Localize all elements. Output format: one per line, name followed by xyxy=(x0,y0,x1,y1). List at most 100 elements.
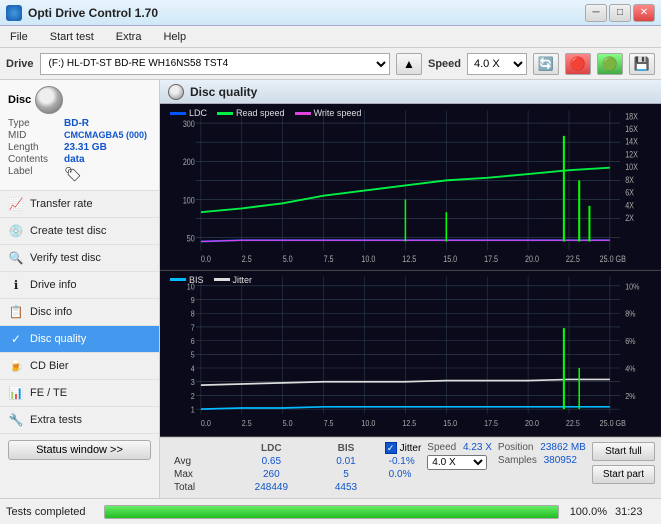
jitter-max: 0.0% xyxy=(385,469,422,480)
samples-value: 380952 xyxy=(544,455,577,466)
read-speed-legend-label: Read speed xyxy=(236,108,285,118)
length-value: 23.31 GB xyxy=(64,142,107,153)
status-window-button[interactable]: Status window >> xyxy=(8,440,151,460)
stats-total-bis: 4453 xyxy=(313,481,378,494)
fe-te-icon: 📊 xyxy=(8,385,24,401)
speed-section-label: Speed 4.23 X xyxy=(427,442,492,453)
svg-text:10.0: 10.0 xyxy=(361,418,375,427)
jitter-legend-label: Jitter xyxy=(233,275,253,285)
titlebar: Opti Drive Control 1.70 ─ □ ✕ xyxy=(0,0,661,26)
svg-text:10X: 10X xyxy=(625,162,638,172)
menu-file[interactable]: File xyxy=(4,29,34,45)
color2-button[interactable]: 🟢 xyxy=(597,53,623,75)
disc-panel: Disc Type BD-R MID CMCMAGBA5 (000) Lengt… xyxy=(0,80,159,191)
svg-text:7: 7 xyxy=(191,322,195,331)
close-button[interactable]: ✕ xyxy=(633,4,655,22)
ldc-legend-item: LDC xyxy=(170,108,207,118)
color1-button[interactable]: 🔴 xyxy=(565,53,591,75)
svg-text:17.5: 17.5 xyxy=(484,418,498,427)
length-label: Length xyxy=(8,142,60,153)
speed-select[interactable]: 4.0 X xyxy=(467,53,527,75)
ldc-chart-svg: 300 200 100 50 18X 16X 14X 12X 10X 8X 6X… xyxy=(160,104,661,270)
svg-text:6%: 6% xyxy=(625,336,636,345)
write-speed-legend-label: Write speed xyxy=(314,108,362,118)
stats-max-bis: 5 xyxy=(313,468,378,481)
disc-type-row: Type BD-R xyxy=(8,118,151,129)
disc-quality-disc-icon xyxy=(168,84,184,100)
svg-text:15.0: 15.0 xyxy=(443,254,457,264)
menu-help[interactable]: Help xyxy=(157,29,192,45)
content-area: Disc quality xyxy=(160,80,661,498)
svg-text:22.5: 22.5 xyxy=(566,418,580,427)
jitter-legend-item: Jitter xyxy=(214,275,253,285)
svg-text:9: 9 xyxy=(191,295,195,304)
svg-text:5.0: 5.0 xyxy=(283,418,293,427)
sidebar-item-transfer-rate[interactable]: 📈 Transfer rate xyxy=(0,191,159,218)
disc-label-row: Label 🏷 xyxy=(8,166,151,183)
ldc-chart-area: 300 200 100 50 18X 16X 14X 12X 10X 8X 6X… xyxy=(160,104,661,271)
sidebar-item-disc-quality[interactable]: ✓ Disc quality xyxy=(0,326,159,353)
minimize-button[interactable]: ─ xyxy=(585,4,607,22)
app-icon xyxy=(6,5,22,21)
svg-text:25.0 GB: 25.0 GB xyxy=(600,418,626,427)
stats-max-ldc: 260 xyxy=(229,468,313,481)
svg-text:22.5: 22.5 xyxy=(566,254,580,264)
svg-text:2.5: 2.5 xyxy=(242,254,252,264)
eject-button[interactable]: ▲ xyxy=(396,53,422,75)
sidebar-item-drive-info[interactable]: ℹ Drive info xyxy=(0,272,159,299)
jitter-checkbox[interactable]: ✓ xyxy=(385,442,397,454)
svg-text:8%: 8% xyxy=(625,309,636,318)
menu-extra[interactable]: Extra xyxy=(110,29,148,45)
svg-text:2%: 2% xyxy=(625,391,636,400)
speed-section: Speed 4.23 X 4.0 X xyxy=(427,442,492,470)
stats-col-ldc: LDC xyxy=(229,442,313,455)
svg-text:10%: 10% xyxy=(625,281,640,290)
disc-info-icon: 📋 xyxy=(8,304,24,320)
svg-text:50: 50 xyxy=(187,234,195,244)
drive-select[interactable]: (F:) HL-DT-ST BD-RE WH16NS58 TST4 xyxy=(40,53,390,75)
svg-text:4X: 4X xyxy=(625,201,634,211)
read-speed-legend-color xyxy=(217,112,233,115)
svg-text:6: 6 xyxy=(191,336,195,345)
main: Disc Type BD-R MID CMCMAGBA5 (000) Lengt… xyxy=(0,80,661,498)
svg-text:0.0: 0.0 xyxy=(201,254,211,264)
disc-section-label: Disc xyxy=(8,94,31,106)
svg-text:2: 2 xyxy=(191,391,195,400)
svg-text:200: 200 xyxy=(183,157,195,167)
type-value: BD-R xyxy=(64,118,89,129)
svg-text:2.5: 2.5 xyxy=(242,418,252,427)
sidebar-item-verify-test-disc[interactable]: 🔍 Verify test disc xyxy=(0,245,159,272)
sidebar-item-fe-te[interactable]: 📊 FE / TE xyxy=(0,380,159,407)
maximize-button[interactable]: □ xyxy=(609,4,631,22)
svg-text:20.0: 20.0 xyxy=(525,418,539,427)
sidebar-item-create-test-disc[interactable]: 💿 Create test disc xyxy=(0,218,159,245)
svg-text:14X: 14X xyxy=(625,137,638,147)
start-part-button[interactable]: Start part xyxy=(592,465,655,484)
svg-text:17.5: 17.5 xyxy=(484,254,498,264)
ldc-bis-stats-table: LDC BIS Avg 0.65 0.01 Max 260 5 Total xyxy=(166,442,379,494)
disc-quality-icon: ✓ xyxy=(8,331,24,347)
sidebar-item-extra-tests[interactable]: 🔧 Extra tests xyxy=(0,407,159,434)
menu-start-test[interactable]: Start test xyxy=(44,29,100,45)
charts-container: 300 200 100 50 18X 16X 14X 12X 10X 8X 6X… xyxy=(160,104,661,437)
drive-label: Drive xyxy=(6,58,34,70)
speed-chart-select[interactable]: 4.0 X xyxy=(427,455,487,470)
sidebar-item-cd-bier[interactable]: 🍺 CD Bier xyxy=(0,353,159,380)
ldc-legend-label: LDC xyxy=(189,108,207,118)
svg-text:300: 300 xyxy=(183,119,195,129)
type-label: Type xyxy=(8,118,60,129)
svg-text:7.5: 7.5 xyxy=(324,254,334,264)
refresh-button[interactable]: 🔄 xyxy=(533,53,559,75)
save-button[interactable]: 💾 xyxy=(629,53,655,75)
titlebar-controls: ─ □ ✕ xyxy=(585,4,655,22)
svg-text:5.0: 5.0 xyxy=(283,254,293,264)
progress-bar-container xyxy=(104,505,559,519)
stats-col-blank xyxy=(166,442,229,455)
svg-text:8: 8 xyxy=(191,309,195,318)
start-full-button[interactable]: Start full xyxy=(592,442,655,461)
transfer-rate-icon: 📈 xyxy=(8,196,24,212)
svg-text:1: 1 xyxy=(191,405,195,414)
bis-legend-item: BIS xyxy=(170,275,204,285)
label-icon[interactable]: 🏷 xyxy=(64,166,82,183)
sidebar-item-disc-info[interactable]: 📋 Disc info xyxy=(0,299,159,326)
